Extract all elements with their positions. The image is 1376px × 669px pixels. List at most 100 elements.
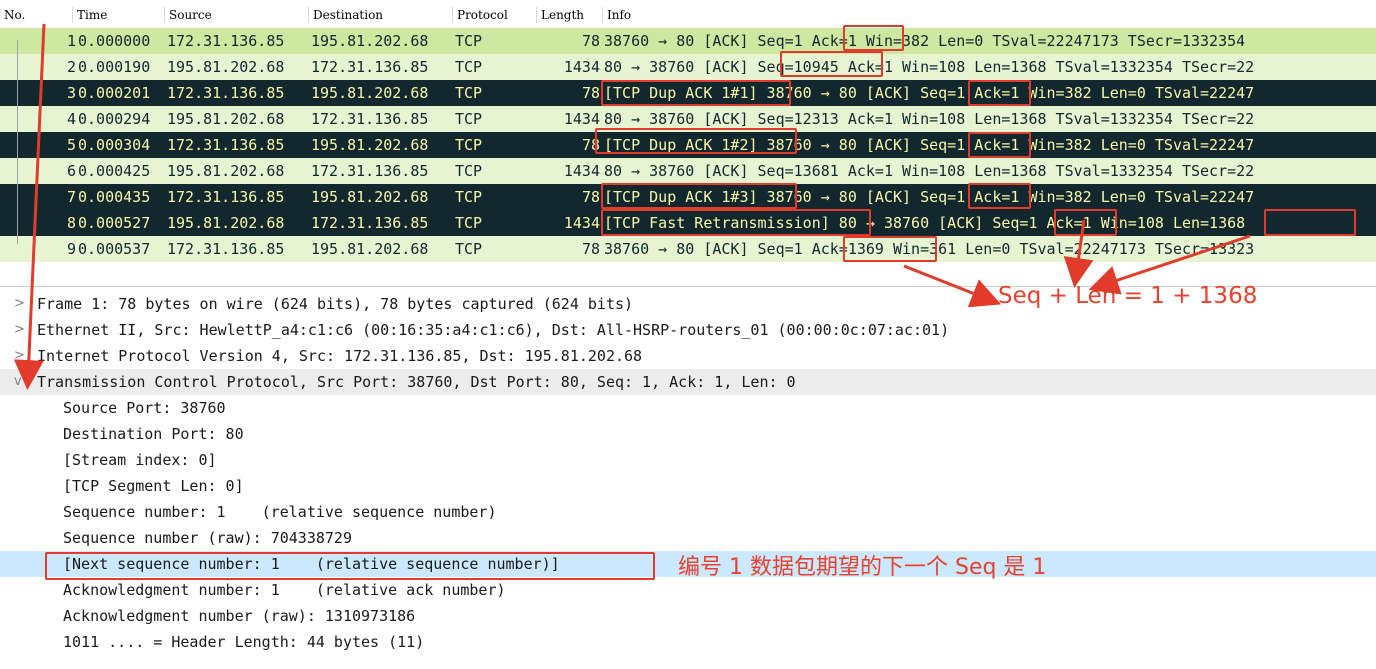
- packet-row[interactable]: 3 0.000201 172.31.136.85 195.81.202.68 TCP 78…: [0, 80, 1376, 106]
- expand-icon[interactable]: >: [14, 343, 28, 369]
- detail-text: [TCP Segment Len: 0]: [63, 477, 244, 495]
- packet-len: 78: [581, 136, 600, 154]
- packet-proto: TCP: [455, 136, 483, 154]
- packet-proto: TCP: [455, 110, 483, 128]
- packet-row[interactable]: 6 0.000425 195.81.202.68 172.31.136.85 TCP 14…: [0, 158, 1376, 184]
- packet-info: 38760 → 80 [ACK] Seq=1 Ack=1369 Win=361 …: [604, 240, 1255, 258]
- packet-src: 172.31.136.85: [167, 84, 285, 102]
- packet-row[interactable]: 4 0.000294 195.81.202.68 172.31.136.85 TCP 14…: [0, 106, 1376, 132]
- packet-proto: TCP: [455, 188, 483, 206]
- packet-no: 4: [66, 110, 76, 128]
- column-source[interactable]: Source: [164, 7, 212, 23]
- packet-proto: TCP: [455, 214, 483, 232]
- packet-dst: 172.31.136.85: [311, 110, 429, 128]
- detail-text: Internet Protocol Version 4, Src: 172.31…: [37, 347, 643, 365]
- packet-proto: TCP: [455, 32, 483, 50]
- column-time[interactable]: Time: [72, 7, 107, 23]
- packet-time: 0.000537: [78, 240, 151, 258]
- detail-row[interactable]: Acknowledgment number (raw): 1310973186: [0, 603, 1376, 629]
- packet-row[interactable]: 7 0.000435 172.31.136.85 195.81.202.68 TCP 78…: [0, 184, 1376, 210]
- detail-text: Acknowledgment number (raw): 1310973186: [63, 607, 416, 625]
- annotation-formula: Seq + Len = 1 + 1368: [998, 283, 1258, 309]
- packet-info: 80 → 38760 [ACK] Seq=10945 Ack=1 Win=108…: [604, 58, 1255, 76]
- packet-details: > Frame 1: 78 bytes on wire (624 bits), 7…: [0, 286, 1376, 669]
- detail-row[interactable]: Sequence number (raw): 704338729: [0, 525, 1376, 551]
- column-info[interactable]: Info: [602, 7, 631, 23]
- column-no[interactable]: No.: [0, 7, 25, 23]
- packet-row[interactable]: 2 0.000190 195.81.202.68 172.31.136.85 TCP 14…: [0, 54, 1376, 80]
- packet-time: 0.000435: [78, 188, 151, 206]
- detail-row[interactable]: 1011 .... = Header Length: 44 bytes (11): [0, 629, 1376, 655]
- detail-row[interactable]: Destination Port: 80: [0, 421, 1376, 447]
- packet-no: 8: [66, 214, 76, 232]
- packet-no: 3: [66, 84, 76, 102]
- packet-row[interactable]: 9 0.000537 172.31.136.85 195.81.202.68 TCP 78…: [0, 236, 1376, 262]
- packet-len: 1434: [563, 214, 600, 232]
- packet-len: 1434: [563, 110, 600, 128]
- detail-row[interactable]: Sequence number: 1 (relative sequence nu…: [0, 499, 1376, 525]
- packet-dst: 172.31.136.85: [311, 162, 429, 180]
- packet-len: 78: [581, 240, 600, 258]
- packet-no: 7: [66, 188, 76, 206]
- collapse-icon[interactable]: v: [14, 369, 28, 395]
- detail-row[interactable]: > Internet Protocol Version 4, Src: 172.3…: [0, 343, 1376, 369]
- expand-icon[interactable]: >: [14, 291, 28, 317]
- detail-row[interactable]: > Ethernet II, Src: HewlettP_a4:c1:c6 (00…: [0, 317, 1376, 343]
- packet-src: 172.31.136.85: [167, 188, 285, 206]
- packet-time: 0.000201: [78, 84, 151, 102]
- packet-time: 0.000425: [78, 162, 151, 180]
- packet-src: 172.31.136.85: [167, 240, 285, 258]
- packet-list-header: No. Time Source Destination Protocol Len…: [0, 0, 1376, 29]
- detail-text: Ethernet II, Src: HewlettP_a4:c1:c6 (00:…: [37, 321, 950, 339]
- packet-dst: 195.81.202.68: [311, 84, 429, 102]
- packet-proto: TCP: [455, 162, 483, 180]
- packet-info: [TCP Dup ACK 1#3] 38760 → 80 [ACK] Seq=1…: [604, 188, 1255, 206]
- packet-row[interactable]: 5 0.000304 172.31.136.85 195.81.202.68 TCP 78…: [0, 132, 1376, 158]
- packet-dst: 195.81.202.68: [311, 188, 429, 206]
- packet-src: 172.31.136.85: [167, 32, 285, 50]
- packet-dst: 172.31.136.85: [311, 58, 429, 76]
- packet-info: 80 → 38760 [ACK] Seq=13681 Ack=1 Win=108…: [604, 162, 1255, 180]
- packet-info: [TCP Dup ACK 1#2] 38760 → 80 [ACK] Seq=1…: [604, 136, 1255, 154]
- packet-dst: 195.81.202.68: [311, 136, 429, 154]
- packet-info: [TCP Dup ACK 1#1] 38760 → 80 [ACK] Seq=1…: [604, 84, 1255, 102]
- column-protocol[interactable]: Protocol: [452, 7, 508, 23]
- expand-icon[interactable]: >: [14, 317, 28, 343]
- packet-row[interactable]: 1 0.000000 172.31.136.85 195.81.202.68 TCP 78…: [0, 28, 1376, 54]
- detail-text: Transmission Control Protocol, Src Port:…: [37, 373, 796, 391]
- packet-src: 195.81.202.68: [167, 110, 285, 128]
- packet-src: 195.81.202.68: [167, 214, 285, 232]
- column-length[interactable]: Length: [536, 7, 584, 23]
- packet-dst: 195.81.202.68: [311, 240, 429, 258]
- detail-row[interactable]: Source Port: 38760: [0, 395, 1376, 421]
- packet-src: 195.81.202.68: [167, 162, 285, 180]
- packet-time: 0.000000: [78, 32, 151, 50]
- packet-src: 172.31.136.85: [167, 136, 285, 154]
- packet-info: [TCP Fast Retransmission] 80 → 38760 [AC…: [604, 214, 1246, 232]
- detail-text: Source Port: 38760: [63, 399, 226, 417]
- packet-no: 1: [66, 32, 76, 50]
- packet-time: 0.000304: [78, 136, 151, 154]
- detail-text: [Next sequence number: 1 (relative seque…: [63, 555, 560, 573]
- packet-len: 1434: [563, 58, 600, 76]
- packet-row[interactable]: 8 0.000527 195.81.202.68 172.31.136.85 TCP 14…: [0, 210, 1376, 236]
- detail-text: Destination Port: 80: [63, 425, 244, 443]
- detail-text: 1011 .... = Header Length: 44 bytes (11): [63, 633, 425, 651]
- detail-row[interactable]: [Stream index: 0]: [0, 447, 1376, 473]
- detail-text: Sequence number: 1 (relative sequence nu…: [63, 503, 497, 521]
- packet-proto: TCP: [455, 240, 483, 258]
- column-destination[interactable]: Destination: [308, 7, 383, 23]
- packet-no: 9: [66, 240, 76, 258]
- packet-time: 0.000527: [78, 214, 151, 232]
- detail-row[interactable]: [TCP Segment Len: 0]: [0, 473, 1376, 499]
- packet-info: 80 → 38760 [ACK] Seq=12313 Ack=1 Win=108…: [604, 110, 1255, 128]
- packet-proto: TCP: [455, 84, 483, 102]
- detail-row[interactable]: v Transmission Control Protocol, Src Port…: [0, 369, 1376, 395]
- conversation-bracket: [17, 40, 18, 244]
- packet-proto: TCP: [455, 58, 483, 76]
- detail-text: Frame 1: 78 bytes on wire (624 bits), 78…: [37, 295, 634, 313]
- packet-len: 1434: [563, 162, 600, 180]
- detail-text: Sequence number (raw): 704338729: [63, 529, 352, 547]
- packet-len: 78: [581, 84, 600, 102]
- packet-no: 6: [66, 162, 76, 180]
